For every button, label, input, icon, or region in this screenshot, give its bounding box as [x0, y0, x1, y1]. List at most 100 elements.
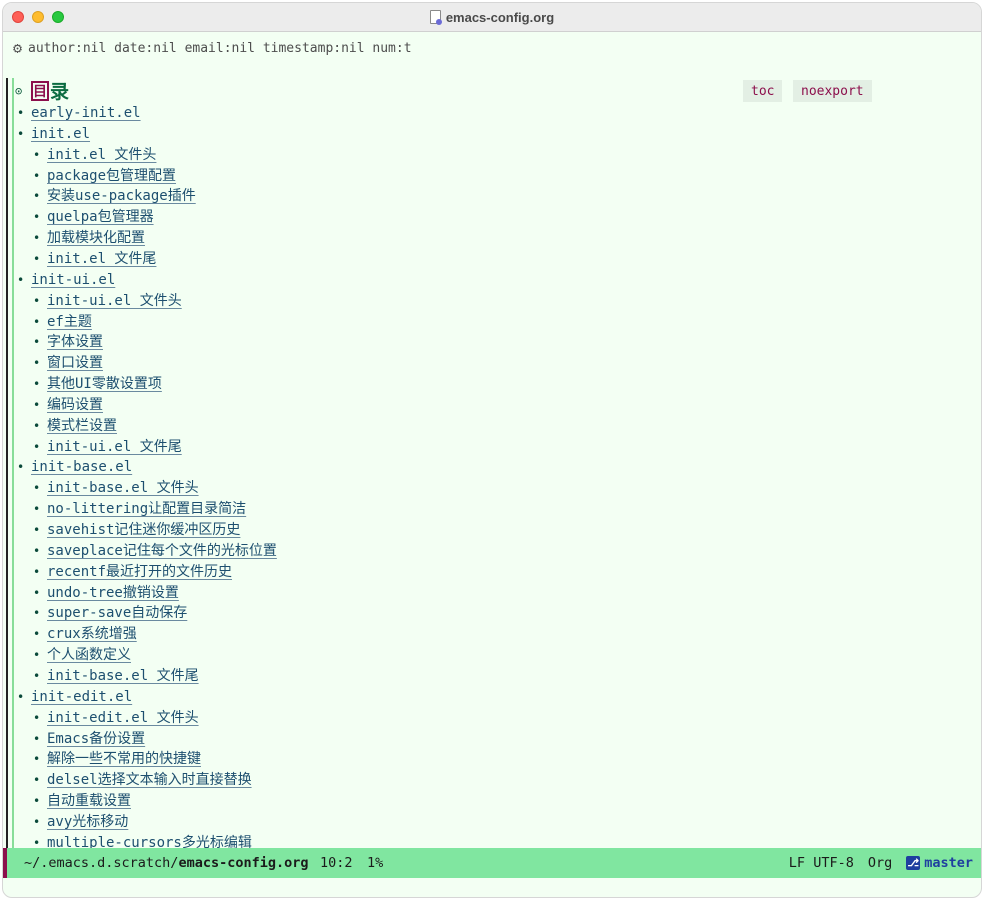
toc-item[interactable]: • Emacs备份设置 — [33, 729, 145, 750]
toc-item[interactable]: • init.el 文件头 — [33, 145, 156, 166]
toc-item[interactable]: • init-base.el 文件头 — [33, 478, 199, 499]
toc-link[interactable]: savehist记住迷你缓冲区历史 — [47, 522, 240, 538]
toc-item[interactable]: • super-save自动保存 — [33, 603, 187, 624]
toc-link[interactable]: init.el — [31, 126, 90, 142]
toc-item[interactable]: • package包管理配置 — [33, 166, 176, 187]
toc-item[interactable]: • early-init.el — [17, 103, 141, 124]
toc-item[interactable]: • 编码设置 — [33, 395, 103, 416]
toc-item[interactable]: • saveplace记住每个文件的光标位置 — [33, 541, 277, 562]
toc-item[interactable]: • init-ui.el 文件尾 — [33, 437, 182, 458]
window-title: emacs-config.org — [445, 9, 555, 25]
toc-link[interactable]: 安装use-package插件 — [47, 188, 196, 204]
bullet-icon: • — [33, 564, 41, 579]
toc-link[interactable]: 模式栏设置 — [47, 418, 117, 434]
tag-toc: toc — [743, 80, 783, 102]
toc-item[interactable]: • init-base.el — [17, 457, 132, 478]
toc-link[interactable]: init-base.el 文件头 — [47, 480, 199, 496]
toc-item[interactable]: • crux系统增强 — [33, 624, 137, 645]
toc-item[interactable]: • init-edit.el — [17, 687, 132, 708]
toc-item[interactable]: • delsel选择文本输入时直接替换 — [33, 770, 252, 791]
toc-link[interactable]: ef主题 — [47, 314, 92, 330]
toc-heading[interactable]: ⊙ 目 录 — [15, 78, 69, 103]
toc-link[interactable]: avy光标移动 — [47, 814, 128, 830]
bullet-icon: • — [33, 147, 41, 162]
bullet-icon: • — [33, 397, 41, 412]
bullet-icon: • — [33, 752, 41, 767]
bullet-icon: • — [33, 585, 41, 600]
bullet-icon: • — [33, 481, 41, 496]
toc-link[interactable]: saveplace记住每个文件的光标位置 — [47, 543, 277, 559]
toc-item[interactable]: • init.el — [17, 124, 90, 145]
toc-link[interactable]: undo-tree撤销设置 — [47, 585, 179, 601]
toc-link[interactable]: package包管理配置 — [47, 168, 176, 184]
toc-link[interactable]: early-init.el — [31, 105, 141, 121]
toc-link[interactable]: init.el 文件尾 — [47, 251, 156, 267]
bullet-icon: • — [17, 106, 25, 120]
toc-item[interactable]: • init-edit.el 文件头 — [33, 708, 199, 729]
toc-link[interactable]: init-base.el — [31, 459, 132, 475]
heading-text: 录 — [50, 81, 70, 103]
toc-item[interactable]: • 模式栏设置 — [33, 416, 117, 437]
bullet-icon: • — [17, 460, 25, 475]
toc-link[interactable]: recentf最近打开的文件历史 — [47, 564, 232, 580]
major-mode[interactable]: Org — [868, 855, 892, 871]
toc-item[interactable]: • 加载模块化配置 — [33, 228, 145, 249]
bullet-icon: • — [33, 439, 41, 454]
toc-item[interactable]: • init-base.el 文件尾 — [33, 666, 199, 687]
fringe-indicator — [6, 78, 8, 850]
toc-item[interactable]: • no-littering让配置目录简洁 — [33, 499, 246, 520]
toc-item[interactable]: • 解除一些不常用的快捷键 — [33, 749, 201, 770]
cursor-position: 10:2 — [320, 855, 353, 871]
bullet-icon: • — [33, 210, 41, 225]
bullet-icon: • — [33, 502, 41, 517]
toc-link[interactable]: 解除一些不常用的快捷键 — [47, 751, 201, 767]
toc-link[interactable]: delsel选择文本输入时直接替换 — [47, 772, 252, 788]
vcs-branch[interactable]: ⎇ master — [906, 855, 973, 871]
toc-link[interactable]: Emacs备份设置 — [47, 731, 145, 747]
toc-link[interactable]: init.el 文件头 — [47, 147, 156, 163]
toc-link[interactable]: 字体设置 — [47, 334, 103, 350]
title-bar: emacs-config.org — [3, 3, 981, 32]
toc-link[interactable]: init-ui.el 文件尾 — [47, 439, 182, 455]
toc-link[interactable]: crux系统增强 — [47, 626, 137, 642]
encoding-label: UTF-8 — [813, 855, 854, 871]
toc-link[interactable]: init-edit.el — [31, 689, 132, 705]
toc-link[interactable]: 编码设置 — [47, 397, 103, 413]
toc-item[interactable]: • 个人函数定义 — [33, 645, 131, 666]
toc-item[interactable]: • avy光标移动 — [33, 812, 128, 833]
toc-link[interactable]: 加载模块化配置 — [47, 230, 145, 246]
toc-item[interactable]: • init.el 文件尾 — [33, 249, 156, 270]
toc-link[interactable]: 自动重载设置 — [47, 793, 131, 809]
toc-item[interactable]: • 自动重载设置 — [33, 791, 131, 812]
toc-item[interactable]: • init-ui.el — [17, 270, 115, 291]
toc-item[interactable]: • ef主题 — [33, 312, 92, 333]
toc-item[interactable]: • 安装use-package插件 — [33, 186, 196, 207]
toc-item[interactable]: • 其他UI零散设置项 — [33, 374, 162, 395]
toc-item[interactable]: • recentf最近打开的文件历史 — [33, 562, 232, 583]
bullet-icon: • — [33, 627, 41, 642]
toc-link[interactable]: 其他UI零散设置项 — [47, 376, 162, 392]
bullet-icon: • — [33, 377, 41, 392]
toc-item[interactable]: • savehist记住迷你缓冲区历史 — [33, 520, 240, 541]
toc-item[interactable]: • 字体设置 — [33, 332, 103, 353]
header-line: ⚙ author:nil date:nil email:nil timestam… — [13, 38, 412, 58]
buffer-file-name: emacs-config.org — [178, 855, 309, 871]
toc-item[interactable]: • undo-tree撤销设置 — [33, 583, 179, 604]
toc-link[interactable]: 窗口设置 — [47, 355, 103, 371]
toc-link[interactable]: init-edit.el 文件头 — [47, 710, 199, 726]
toc-item[interactable]: • quelpa包管理器 — [33, 207, 154, 228]
toc-link[interactable]: no-littering让配置目录简洁 — [47, 501, 246, 517]
toc-link[interactable]: super-save自动保存 — [47, 605, 187, 621]
toc-link[interactable]: init-ui.el — [31, 272, 115, 288]
toc-link[interactable]: init-base.el 文件尾 — [47, 668, 199, 684]
bullet-icon: • — [17, 272, 25, 287]
bullet-icon: • — [33, 293, 41, 308]
toc-link[interactable]: 个人函数定义 — [47, 647, 131, 663]
toc-item[interactable]: • init-ui.el 文件头 — [33, 291, 182, 312]
toc-link[interactable]: init-ui.el 文件头 — [47, 293, 182, 309]
toc-item[interactable]: • 窗口设置 — [33, 353, 103, 374]
toc-link[interactable]: quelpa包管理器 — [47, 209, 154, 225]
org-document-icon — [429, 10, 442, 25]
eol-indicator[interactable]: LF UTF-8 — [789, 855, 854, 871]
bullet-icon: • — [33, 231, 41, 246]
